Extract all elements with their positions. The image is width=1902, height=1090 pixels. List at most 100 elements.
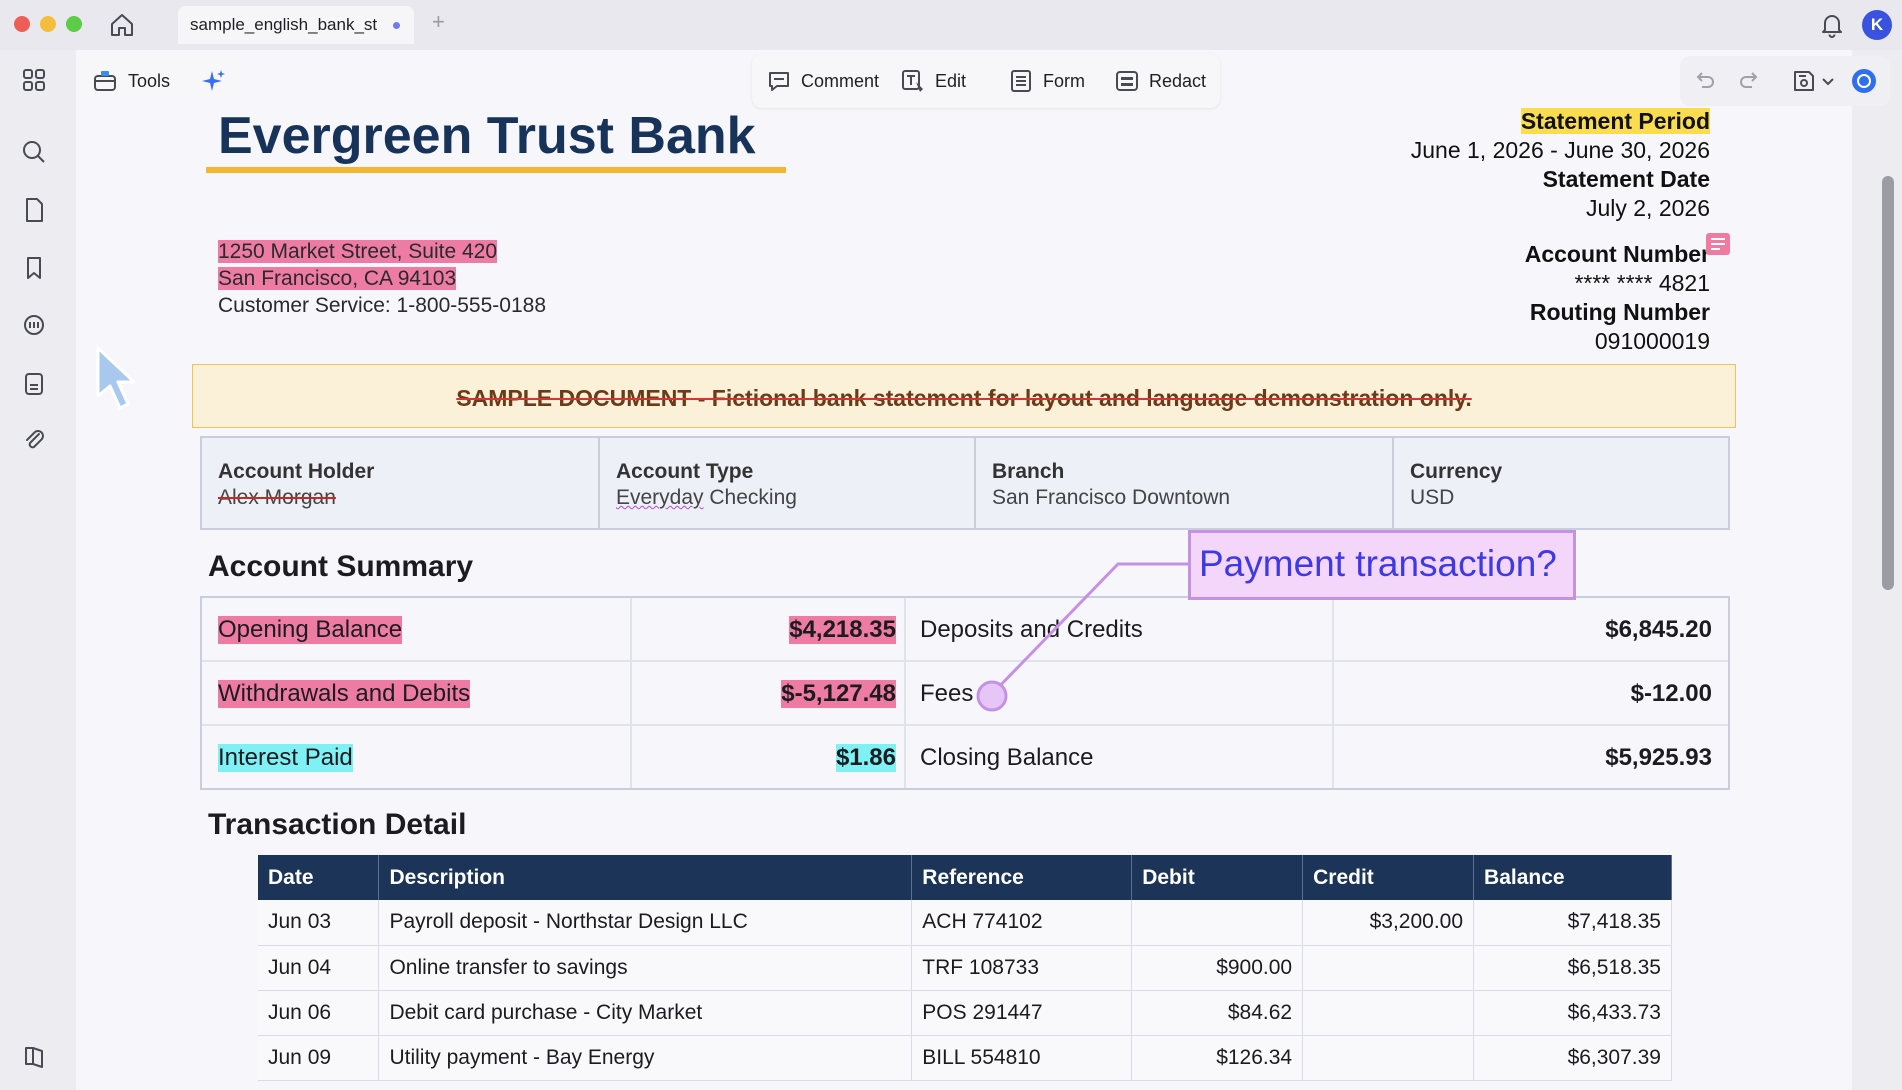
bookmark-icon[interactable]	[20, 254, 48, 282]
edit-text-icon	[902, 70, 923, 92]
cell-description: Utility payment - Bay Energy	[378, 1035, 913, 1081]
column-header: Description	[378, 855, 913, 900]
cell-debit: $126.34	[1131, 1035, 1304, 1081]
cell-debit: $900.00	[1131, 945, 1304, 991]
cell-debit	[1131, 900, 1304, 946]
table-row: Jun 03 Payroll deposit - Northstar Desig…	[258, 900, 1672, 946]
redo-icon[interactable]	[1736, 67, 1764, 95]
cell-debit: $84.62	[1131, 990, 1304, 1036]
comment-button[interactable]: Comment	[766, 66, 879, 96]
summary-right-label: Closing Balance	[920, 744, 1094, 771]
chevron-down-icon[interactable]	[1820, 67, 1836, 95]
grid-apps-icon[interactable]	[20, 66, 48, 94]
address-line-2-text: San Francisco, CA 94103	[218, 267, 457, 290]
unsaved-dot-icon	[393, 22, 400, 29]
column-header: Reference	[911, 855, 1133, 900]
account-summary-title: Account Summary	[208, 550, 474, 583]
statement-period-label: Statement Period	[1520, 108, 1710, 135]
edit-label: Edit	[935, 70, 967, 91]
summary-right-label: Fees	[920, 680, 974, 707]
minimize-window-button[interactable]	[40, 16, 56, 32]
redact-icon	[1116, 71, 1138, 91]
cell-reference: TRF 108733	[911, 945, 1133, 991]
address-line-2: San Francisco, CA 94103	[218, 267, 457, 291]
user-avatar[interactable]: K	[1862, 10, 1892, 40]
app-window: sample_english_bank_st + K Tools Comment…	[0, 0, 1902, 1090]
tools-group: Tools	[78, 56, 238, 106]
undo-icon[interactable]	[1690, 67, 1718, 95]
summary-right-amount: $6,845.20	[1605, 616, 1712, 643]
summary-left-amount: $-5,127.48	[781, 680, 896, 708]
tools-button[interactable]: Tools	[92, 67, 170, 95]
info-value: USD	[1410, 486, 1455, 509]
cell-credit	[1302, 1035, 1475, 1081]
summary-row: Withdrawals and Debits $-5,127.48 Fees $…	[202, 662, 1728, 726]
redact-button[interactable]: Redact	[1114, 66, 1206, 96]
paperclip-icon[interactable]	[20, 426, 48, 454]
save-icon[interactable]	[1790, 67, 1818, 95]
cell-date: Jun 03	[258, 900, 380, 946]
sidebar-toggle-icon[interactable]	[20, 1042, 48, 1070]
cell-date: Jun 06	[258, 990, 380, 1036]
ai-assistant-icon[interactable]	[1850, 67, 1878, 95]
attachments-list-icon[interactable]	[20, 370, 48, 398]
statement-date-label: Statement Date	[1542, 166, 1710, 192]
edit-button[interactable]: Edit	[900, 66, 966, 96]
tools-label: Tools	[128, 70, 171, 91]
callout-annotation[interactable]: Payment transaction?	[1188, 530, 1576, 600]
maximize-window-button[interactable]	[66, 16, 82, 32]
info-cell-currency: Currency USD	[1394, 438, 1728, 528]
document-tab[interactable]: sample_english_bank_st	[178, 6, 414, 44]
info-label: Account Type	[616, 460, 754, 483]
cell-date: Jun 09	[258, 1035, 380, 1081]
new-tab-button[interactable]: +	[432, 9, 445, 35]
tab-title: sample_english_bank_st	[190, 15, 378, 34]
home-icon[interactable]	[108, 11, 136, 39]
right-toolbar	[1680, 56, 1890, 106]
info-cell-type: Account Type Everyday Checking	[600, 438, 976, 528]
cell-date: Jun 04	[258, 945, 380, 991]
column-header: Date	[258, 855, 380, 900]
pages-icon[interactable]	[20, 196, 48, 224]
form-button[interactable]: Form	[1008, 66, 1085, 96]
info-value-first-word: Everyday	[616, 486, 704, 509]
comment-label: Comment	[801, 70, 880, 91]
comment-icon	[769, 72, 789, 91]
account-number-value: **** **** 4821	[1574, 270, 1710, 296]
banner-text: SAMPLE DOCUMENT - Fictional bank stateme…	[456, 385, 1472, 411]
close-window-button[interactable]	[14, 16, 30, 32]
cell-credit	[1302, 945, 1475, 991]
sample-banner: SAMPLE DOCUMENT - Fictional bank stateme…	[192, 364, 1736, 428]
routing-number-label: Routing Number	[1529, 299, 1710, 325]
comments-icon[interactable]	[20, 312, 48, 340]
title-bar: sample_english_bank_st + K	[0, 0, 1902, 50]
cell-description: Debit card purchase - City Market	[378, 990, 913, 1036]
summary-row: Interest Paid $1.86 Closing Balance $5,9…	[202, 726, 1728, 790]
cell-credit	[1302, 990, 1475, 1036]
form-icon	[1011, 70, 1031, 92]
address-line-1: 1250 Market Street, Suite 420	[218, 240, 497, 264]
note-annotation-icon[interactable]	[1706, 233, 1730, 255]
transaction-table: Date Description Reference Debit Credit …	[258, 855, 1672, 1081]
summary-left-label: Interest Paid	[218, 744, 353, 772]
table-header-row: Date Description Reference Debit Credit …	[258, 855, 1672, 900]
redact-label: Redact	[1149, 70, 1207, 91]
cell-credit: $3,200.00	[1302, 900, 1475, 946]
edit-toolbar: Comment Edit Form Redact	[752, 54, 1220, 108]
cell-reference: ACH 774102	[911, 900, 1133, 946]
info-value: Alex Morgan	[218, 486, 336, 509]
table-row: Jun 09 Utility payment - Bay Energy BILL…	[258, 1035, 1672, 1081]
bell-icon[interactable]	[1818, 10, 1846, 38]
statement-period-value: June 1, 2026 - June 30, 2026	[1410, 137, 1710, 163]
statement-period-label-text: Statement Period	[1520, 108, 1710, 134]
summary-right-amount: $-12.00	[1630, 680, 1712, 707]
search-icon[interactable]	[20, 138, 48, 166]
summary-left-amount: $1.86	[835, 744, 896, 772]
column-header: Balance	[1473, 855, 1672, 900]
ai-sparkle-icon[interactable]	[200, 67, 228, 95]
left-sidebar	[0, 50, 68, 1090]
vertical-scrollbar[interactable]	[1882, 176, 1894, 590]
table-row: Jun 06 Debit card purchase - City Market…	[258, 990, 1672, 1036]
summary-right-label: Deposits and Credits	[920, 616, 1143, 643]
account-summary-table: Opening Balance $4,218.35 Deposits and C…	[200, 596, 1730, 790]
